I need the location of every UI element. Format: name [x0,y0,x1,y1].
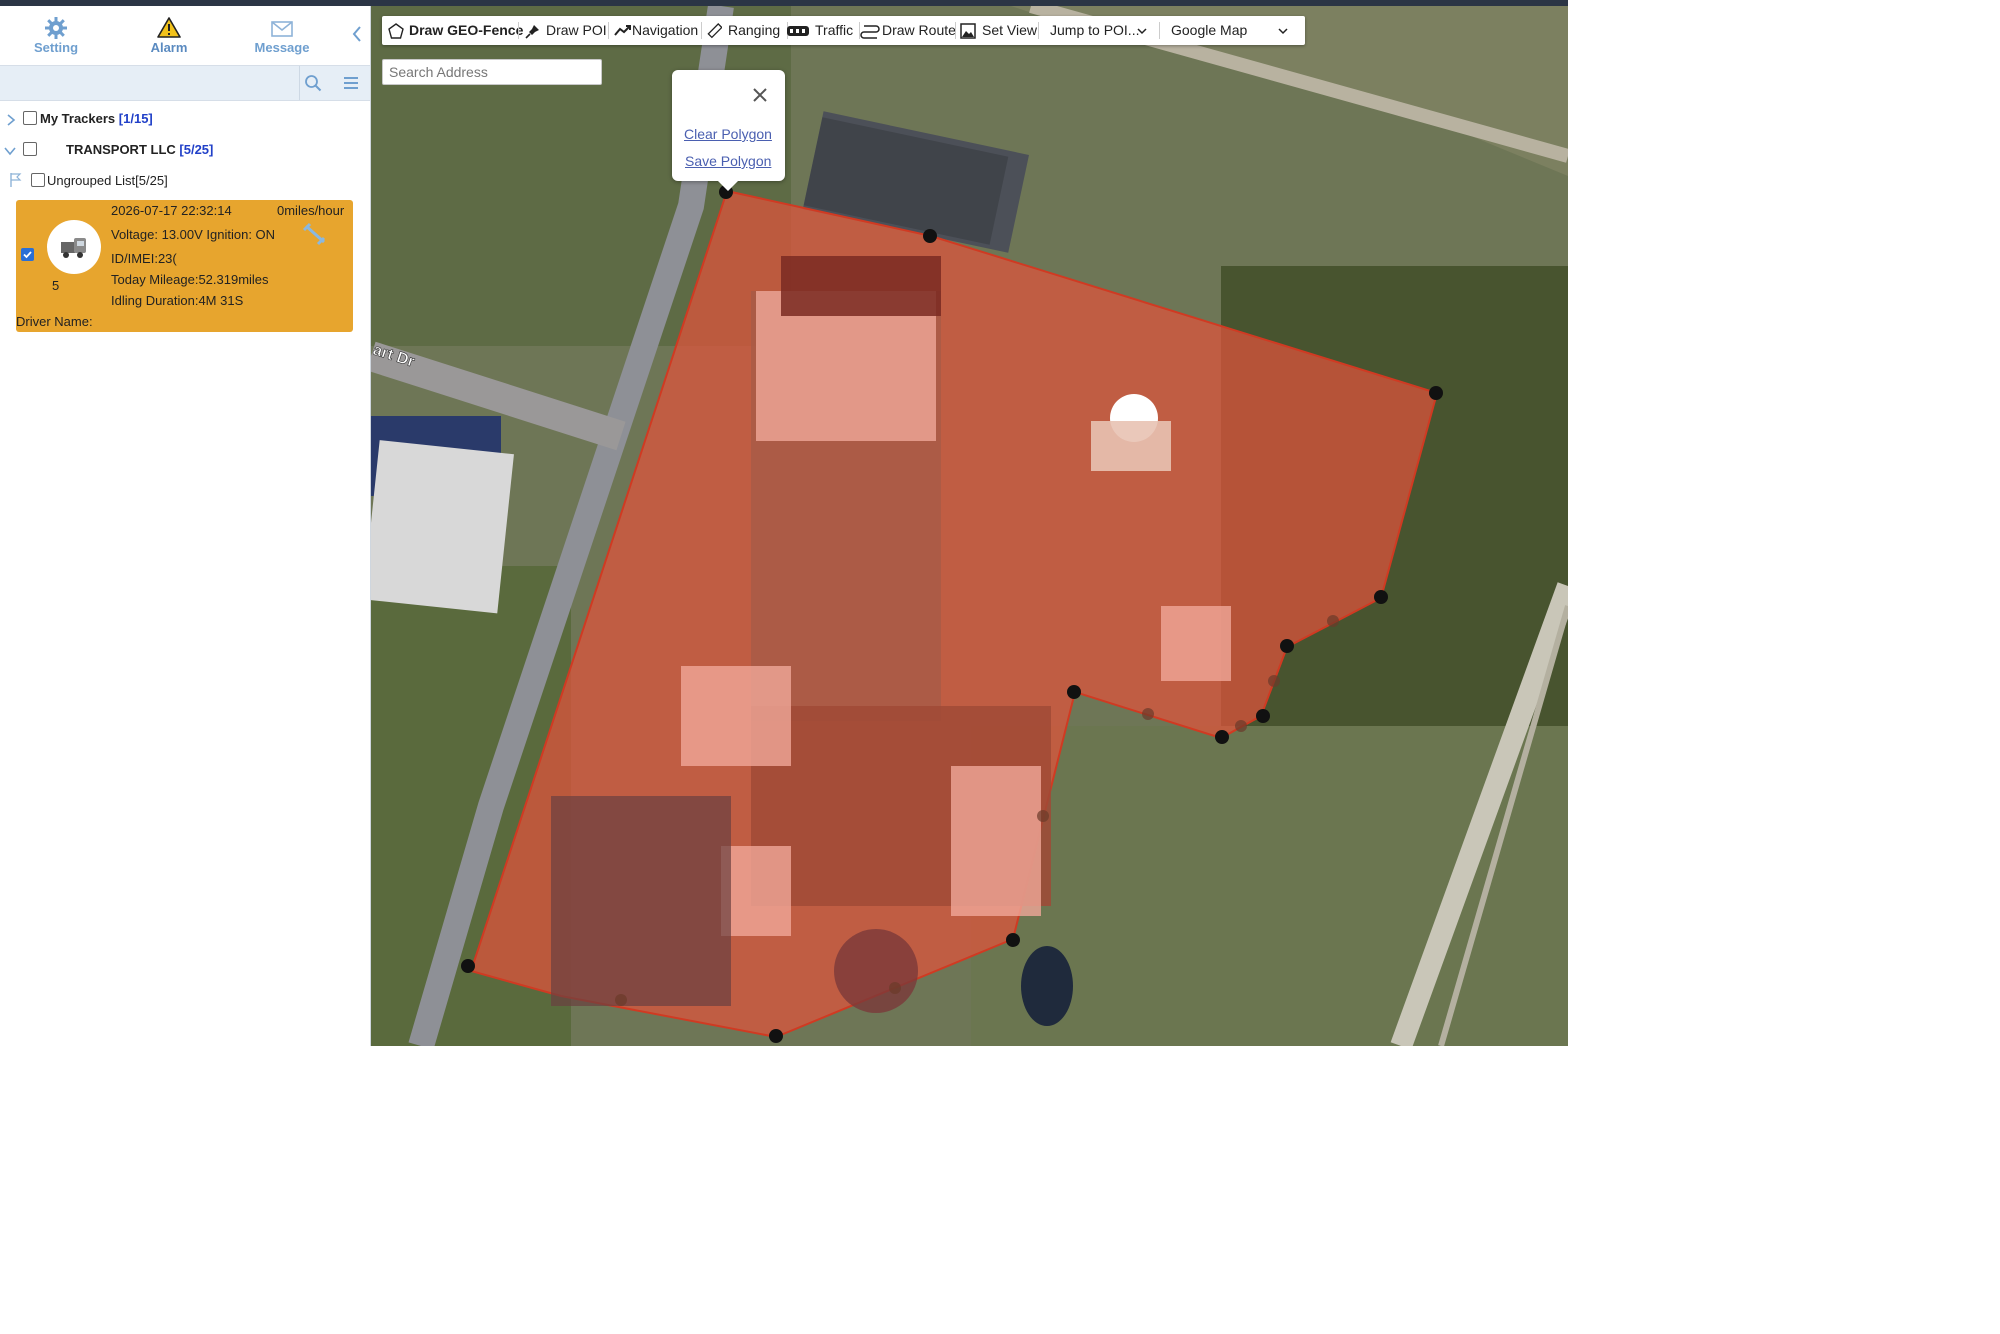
set-view-button[interactable]: Set View [960,16,1037,45]
close-icon[interactable] [751,86,769,104]
navigation-label: Navigation [632,22,699,38]
address-search-input[interactable] [382,59,602,85]
draw-geofence-label: Draw GEO-Fence [409,22,524,38]
tracker-number: 5 [52,278,60,293]
satellite-map-image: art Dr [371,6,1568,1046]
flag-icon [9,172,23,195]
message-button[interactable]: Message [237,14,327,62]
jump-to-poi-label: Jump to POI... [1050,22,1140,38]
setting-label: Setting [33,40,79,55]
draw-geofence-button[interactable]: Draw GEO-Fence [388,16,523,45]
list-menu-icon[interactable] [342,74,360,92]
chevron-right-icon[interactable] [4,112,18,126]
clear-polygon-link[interactable]: Clear Polygon [684,126,772,142]
ranging-label: Ranging [728,22,781,38]
chevron-down-icon [1278,28,1288,35]
ranging-button[interactable]: Ranging [706,16,786,45]
map-view[interactable]: art Dr Draw GEO-Fence Draw POI Navigatio… [371,6,1568,1046]
toolbar-divider [608,22,609,39]
ungrouped-checkbox[interactable] [31,173,45,187]
sidebar: Setting Alarm Message My Trackers [1/15]… [0,6,371,1046]
pin-icon [525,25,539,39]
sidebar-search-bar [0,65,370,101]
draw-poi-button[interactable]: Draw POI [525,16,607,45]
toolbar-divider [1038,22,1039,39]
tree-subgroup-ungrouped: Ungrouped List[5/25] [0,170,370,192]
navigation-button[interactable]: Navigation [614,16,700,45]
map-type-label: Google Map [1171,22,1248,38]
tracker-search-input[interactable] [4,70,298,96]
toolbar-divider [1159,22,1160,39]
draw-poi-label: Draw POI [546,22,607,38]
map-type-select[interactable]: Google Map [1171,16,1299,45]
my-trackers-count: [1/15] [118,111,153,126]
chevron-down-icon [1137,28,1147,35]
jump-to-poi-dropdown[interactable]: Jump to POI... [1050,16,1156,45]
chevron-down-icon[interactable] [3,143,17,157]
truck-avatar [47,220,101,274]
collapse-sidebar-icon[interactable] [349,24,365,44]
map-toolbar: Draw GEO-Fence Draw POI Navigation Rangi… [382,16,1305,45]
toolbar-divider [955,22,956,39]
tracker-checkbox[interactable] [21,248,34,261]
tracker-mileage: Today Mileage:52.319miles [111,272,269,287]
tracker-idling: Idling Duration:4M 31S [111,293,244,308]
tracker-timestamp: 2026-07-17 22:32:14 [111,203,232,218]
tracker-driver: Driver Name: [16,314,93,329]
my-trackers-name: My Trackers [40,111,116,126]
tracker-imei: ID/IMEI:23( [111,251,177,266]
company-name: TRANSPORT LLC [66,142,176,157]
tracker-speed: 0miles/hour [277,203,345,218]
route-arrow-icon [614,25,631,36]
divider [299,66,300,100]
gear-icon [11,14,101,39]
alarm-label: Alarm [150,40,188,55]
company-count: [5/25] [179,142,214,157]
toolbar-divider [518,22,519,39]
warning-icon [124,14,214,38]
image-icon [960,23,976,39]
tracker-voltage-ignition: Voltage: 13.00V Ignition: ON [111,227,276,242]
traffic-icon [787,26,809,36]
company-checkbox[interactable] [23,142,37,156]
message-label: Message [254,40,310,55]
route-icon [860,25,880,39]
polygon-popup: Clear Polygon Save Polygon [672,70,785,191]
my-trackers-label[interactable]: My Trackers [1/15] [40,108,153,130]
set-view-label: Set View [982,22,1037,38]
alarm-button[interactable]: Alarm [124,14,214,62]
draw-route-label: Draw Route [882,22,956,38]
toolbar-divider [701,22,702,39]
search-icon[interactable] [304,74,322,92]
my-trackers-checkbox[interactable] [23,111,37,125]
truck-icon [61,238,86,258]
company-label[interactable]: TRANSPORT LLC [5/25] [66,139,213,161]
tree-group-my-trackers: My Trackers [1/15] [0,108,370,130]
satellite-icon [302,222,330,248]
setting-button[interactable]: Setting [11,14,101,62]
ruler-icon [707,23,722,39]
draw-route-button[interactable]: Draw Route [860,16,956,45]
traffic-label: Traffic [815,22,854,38]
traffic-button[interactable]: Traffic [786,16,858,45]
envelope-icon [237,14,327,38]
top-nav: Setting Alarm Message [0,6,370,64]
tracker-item[interactable]: 5 2026-07-17 22:32:14 0miles/hour Voltag… [16,200,353,332]
pentagon-icon [388,23,404,39]
save-polygon-link[interactable]: Save Polygon [685,153,771,169]
ungrouped-label[interactable]: Ungrouped List[5/25] [47,170,168,192]
tree-group-company: TRANSPORT LLC [5/25] [0,139,370,161]
